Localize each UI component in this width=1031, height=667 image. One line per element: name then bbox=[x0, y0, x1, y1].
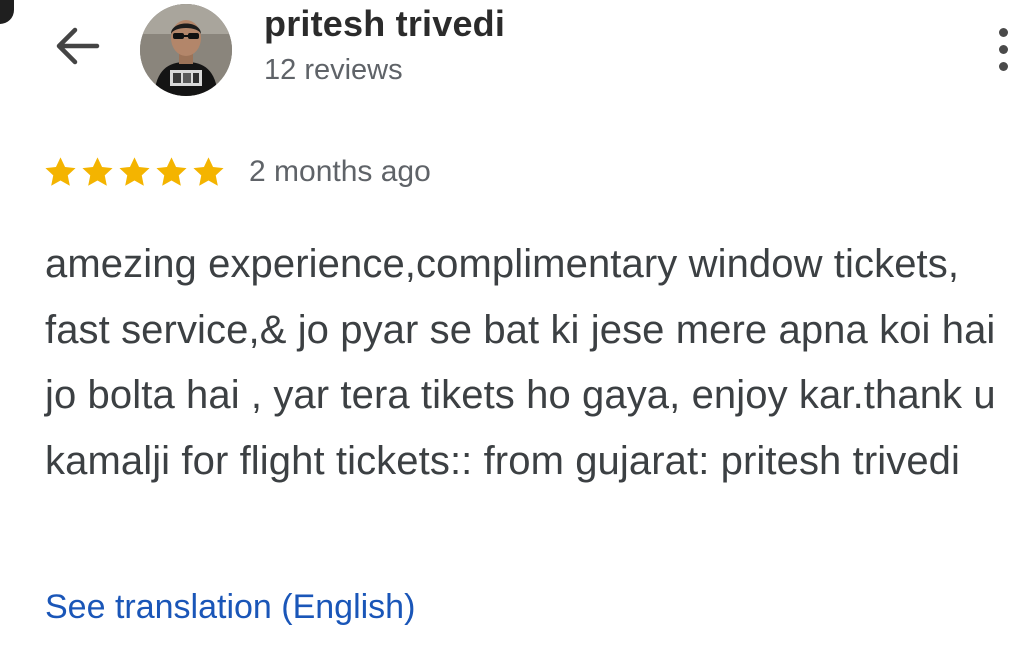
review-date: 2 months ago bbox=[249, 155, 431, 188]
star-rating bbox=[42, 154, 227, 191]
star-icon bbox=[153, 154, 190, 191]
review-count: 12 reviews bbox=[264, 54, 403, 86]
screen-corner bbox=[0, 0, 14, 24]
star-icon bbox=[190, 154, 227, 191]
review-text: amezing experience,complimentary window … bbox=[45, 242, 996, 483]
star-icon bbox=[42, 154, 79, 191]
star-icon bbox=[79, 154, 116, 191]
more-options-button[interactable] bbox=[980, 18, 1026, 80]
see-translation-link[interactable]: See translation (English) bbox=[45, 583, 415, 631]
review-screen: pritesh trivedi 12 reviews 2 months ago … bbox=[0, 0, 1031, 667]
back-button[interactable] bbox=[40, 18, 112, 78]
arrow-back-icon bbox=[51, 26, 101, 71]
reviewer-name[interactable]: pritesh trivedi bbox=[264, 2, 505, 46]
avatar[interactable] bbox=[140, 4, 232, 96]
reviewer-info[interactable]: pritesh trivedi 12 reviews bbox=[264, 2, 505, 90]
star-icon bbox=[116, 154, 153, 191]
more-vertical-icon bbox=[998, 24, 1008, 75]
rating-row: 2 months ago bbox=[42, 152, 431, 192]
